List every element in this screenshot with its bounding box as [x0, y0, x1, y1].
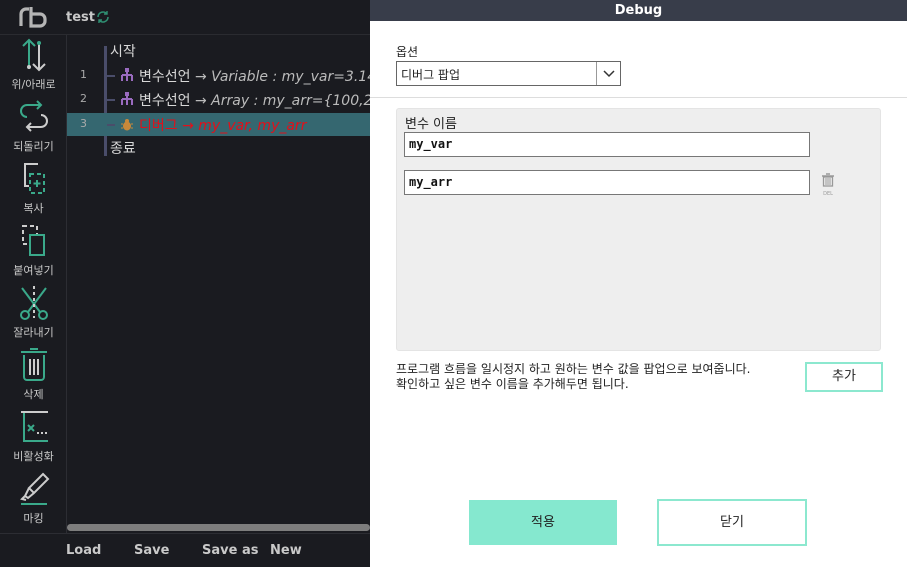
variable-input[interactable]: my_arr	[404, 170, 810, 195]
sync-icon[interactable]	[96, 10, 110, 24]
delete-label: DEL	[823, 191, 833, 197]
marker-icon	[19, 472, 49, 505]
option-label: 옵션	[396, 45, 419, 59]
tool-label: 되돌리기	[13, 140, 54, 153]
row-number: 3	[80, 117, 87, 130]
description-line: 프로그램 흐름을 일시정지 하고 원하는 변수 값을 팝업으로 보여줍니다.	[396, 362, 751, 376]
row-name: 변수선언	[139, 69, 191, 85]
load-button[interactable]: Load	[66, 543, 101, 558]
option-select[interactable]: 디버그 팝업	[396, 61, 621, 86]
variable-panel: 변수 이름 my_var my_arr	[396, 108, 881, 351]
paste-icon	[21, 225, 45, 256]
tool-label: 복사	[23, 202, 44, 215]
copy-icon	[23, 163, 45, 194]
tool-undo[interactable]: 되돌리기	[0, 99, 67, 154]
variable-input[interactable]: my_var	[404, 132, 810, 157]
row-name: 디버그	[139, 118, 178, 134]
dialog-title: Debug	[370, 0, 907, 21]
row-detail: → Variable : my_var=3.14	[194, 69, 370, 85]
tool-up-down[interactable]: 위/아래로	[0, 37, 67, 92]
debug-dialog: Debug 옵션 디버그 팝업 변수 이름 my_var my_arr DEL …	[370, 0, 907, 567]
table-row-selected[interactable]: 3 디버그 → my_var, my_arr	[67, 113, 370, 136]
divider	[370, 97, 907, 98]
logo-icon	[19, 7, 47, 28]
new-button[interactable]: New	[270, 543, 302, 558]
delete-button[interactable]: DEL	[818, 172, 838, 197]
row-name: 변수선언	[139, 93, 191, 109]
tool-label: 잘라내기	[13, 326, 54, 339]
save-button[interactable]: Save	[134, 543, 169, 558]
up-down-arrows-icon	[21, 38, 46, 72]
tool-delete[interactable]: 삭제	[0, 347, 67, 402]
end-label: 종료	[110, 141, 136, 157]
bug-icon	[121, 119, 133, 131]
trash-icon	[822, 173, 834, 187]
description: 프로그램 흐름을 일시정지 하고 원하는 변수 값을 팝업으로 보여줍니다. 확…	[396, 362, 751, 392]
trash-icon	[20, 348, 47, 381]
project-name: test	[66, 10, 95, 25]
add-button[interactable]: 추가	[805, 362, 883, 392]
tool-cut[interactable]: 잘라내기	[0, 285, 67, 340]
row-detail: → Array : my_arr={100,200	[194, 93, 370, 109]
save-as-button[interactable]: Save as	[202, 543, 258, 558]
start-label: 시작	[110, 44, 136, 60]
row-number: 1	[80, 68, 87, 81]
variable-icon	[121, 68, 133, 81]
tool-copy[interactable]: 복사	[0, 161, 67, 216]
tool-label: 마킹	[23, 512, 44, 525]
table-row[interactable]: 1 변수선언 → Variable : my_var=3.14	[67, 64, 370, 87]
disable-icon	[20, 411, 48, 442]
close-button[interactable]: 닫기	[657, 499, 807, 546]
description-line: 확인하고 싶은 변수 이름을 추가해두면 됩니다.	[396, 377, 629, 391]
apply-button[interactable]: 적용	[469, 500, 617, 545]
program-tree: 시작 1 변수선언 → Variable : my_var=3.14 2 변수선…	[67, 35, 370, 525]
tree-end[interactable]: 종료	[67, 136, 370, 159]
horizontal-scrollbar[interactable]	[67, 524, 370, 531]
tool-label: 삭제	[23, 388, 44, 401]
chevron-down-icon[interactable]	[596, 62, 620, 85]
option-value: 디버그 팝업	[401, 68, 461, 82]
toolbar: 위/아래로 되돌리기 복사 붙여넣기 잘라내기 삭제 비활성화 마킹	[0, 35, 67, 533]
tool-paste[interactable]: 붙여넣기	[0, 223, 67, 278]
undo-icon	[19, 100, 48, 132]
tool-label: 붙여넣기	[13, 264, 54, 277]
tool-disable[interactable]: 비활성화	[0, 409, 67, 464]
tool-label: 위/아래로	[11, 78, 56, 91]
variable-name-label: 변수 이름	[405, 117, 457, 132]
row-detail: → my_var, my_arr	[182, 118, 307, 134]
tool-marking[interactable]: 마킹	[0, 471, 67, 526]
scissors-icon	[19, 286, 48, 320]
tool-label: 비활성화	[13, 450, 54, 463]
tree-start[interactable]: 시작	[67, 39, 370, 62]
bottom-bar: Load Save Save as New	[0, 533, 370, 567]
top-bar: test	[0, 0, 370, 35]
row-number: 2	[80, 92, 87, 105]
table-row[interactable]: 2 변수선언 → Array : my_arr={100,200	[67, 88, 370, 111]
variable-icon	[121, 92, 133, 105]
editor-panel: test 위/아래로 되돌리기 복사 붙여넣기 잘라내기 삭제 비활성화 마킹 …	[0, 0, 370, 567]
